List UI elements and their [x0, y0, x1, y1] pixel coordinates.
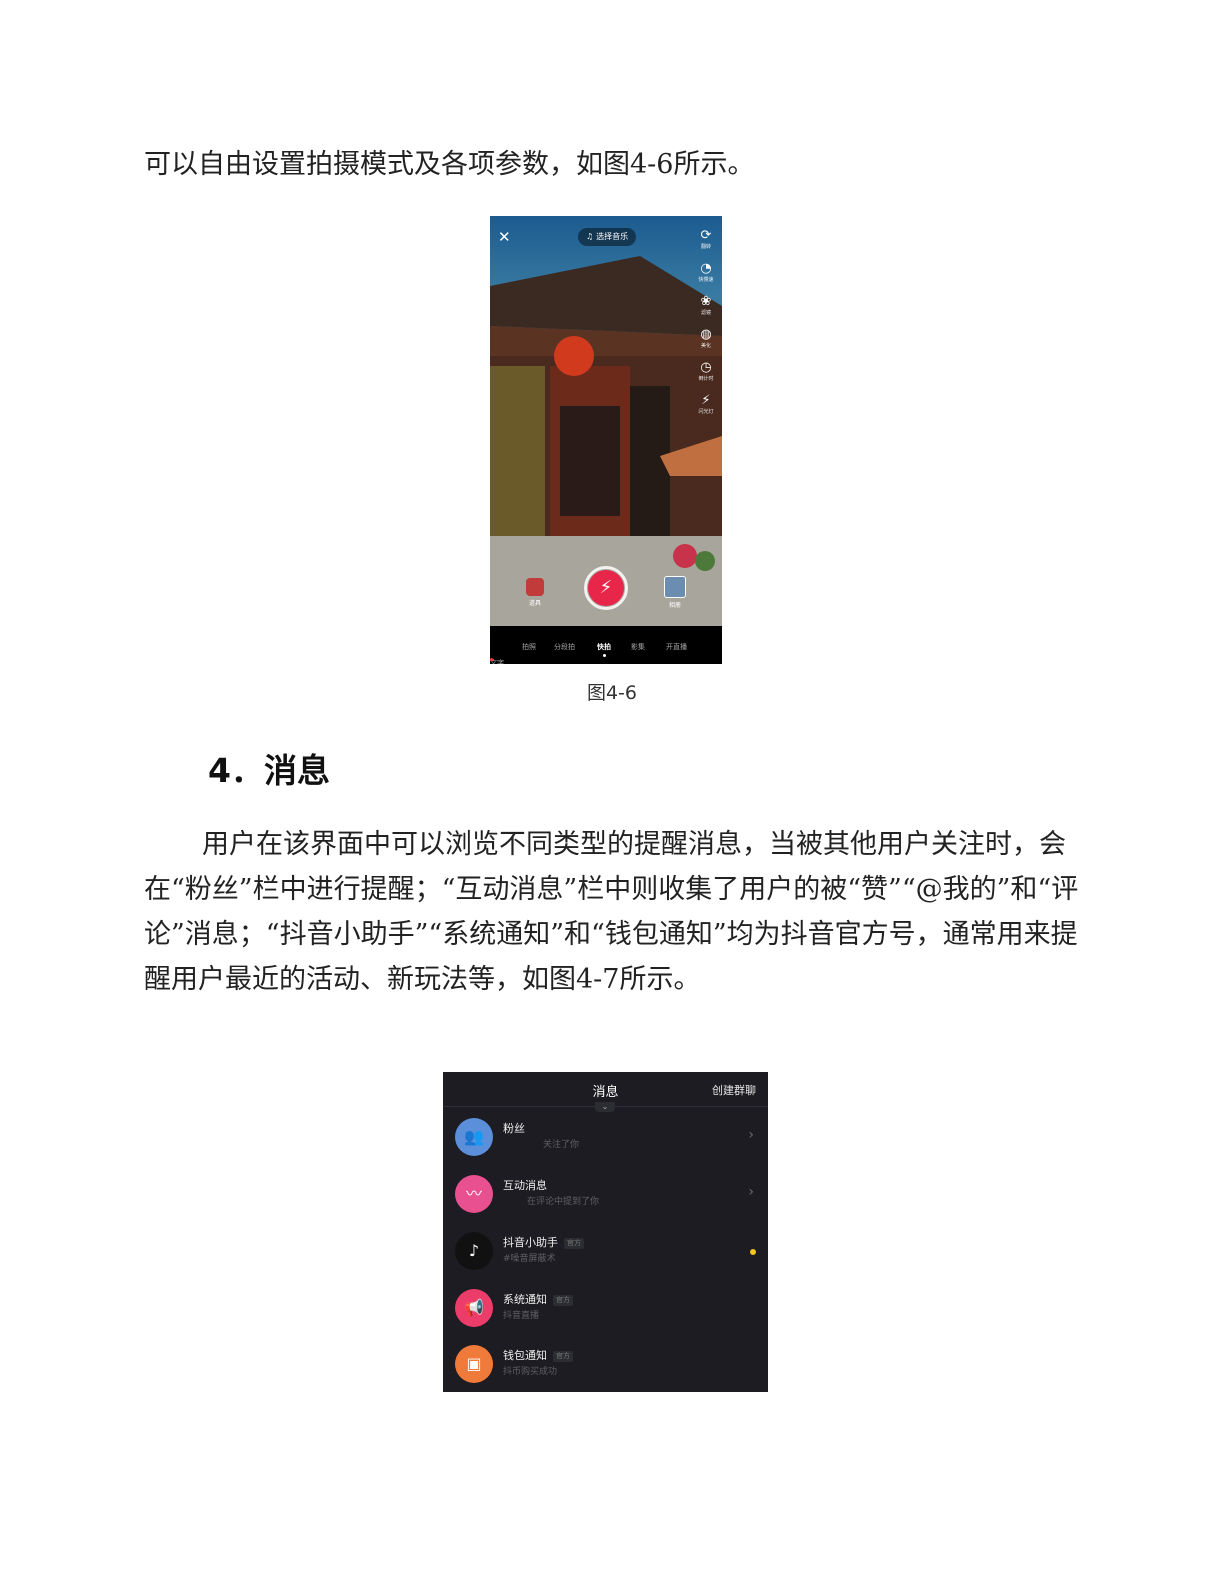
- section-heading: 4．消息: [208, 751, 330, 790]
- shutter-button[interactable]: ⚡: [588, 570, 624, 606]
- mode-tab-album[interactable]: 影集: [631, 642, 645, 652]
- side-toolbar: ⟳ 翻转 ◔ 快慢速 ❀ 滤镜 ◍ 美化 ◷ 倒计时 ⚡ 闪光灯: [694, 228, 718, 426]
- effects-thumbnail: [526, 578, 544, 596]
- row-subtitle: 抖音直播: [503, 1311, 540, 1321]
- tool-label: 快慢速: [698, 277, 714, 283]
- new-dot-icon: [490, 658, 493, 661]
- timer-icon[interactable]: ◷ 倒计时: [694, 360, 718, 383]
- wallet-icon: ▣: [455, 1345, 493, 1383]
- row-title: 钱包通知 官方: [503, 1347, 573, 1363]
- lightning-icon: ⚡: [599, 577, 613, 598]
- active-mode-indicator: [603, 654, 606, 657]
- message-row-assistant[interactable]: ♪ 抖音小助手 官方 #噪音屏蔽术: [443, 1223, 768, 1279]
- create-group-chat-button[interactable]: 创建群聊: [712, 1082, 756, 1098]
- row-title: 粉丝: [503, 1122, 525, 1135]
- tool-glyph: ◔: [700, 261, 712, 276]
- official-badge: 官方: [553, 1350, 573, 1362]
- beauty-icon[interactable]: ◍ 美化: [694, 327, 718, 350]
- tool-label: 美化: [700, 343, 711, 349]
- row-subtitle: #噪音屏蔽术: [503, 1254, 556, 1264]
- mode-tab-quick-shot[interactable]: 快拍: [597, 642, 611, 652]
- megaphone-icon: 📢: [455, 1289, 493, 1327]
- messages-screenshot: 消息 创建群聊 ⌄ 👥 粉丝 关注了你 › 〰 互动消息 在评论中提到了你 › …: [443, 1072, 768, 1392]
- gallery-thumbnail: [664, 576, 686, 598]
- tiktok-icon: ♪: [455, 1232, 493, 1270]
- unread-dot: [750, 1249, 756, 1255]
- upload-label: 相册: [668, 602, 681, 609]
- fans-icon: 👥: [455, 1118, 493, 1156]
- tool-label: 滤镜: [700, 310, 711, 316]
- music-note-icon: ♫: [586, 232, 594, 241]
- message-row-wallet[interactable]: ▣ 钱包通知 官方 抖币购买成功: [443, 1336, 768, 1392]
- tool-label: 翻转: [700, 244, 711, 250]
- flip-camera-icon[interactable]: ⟳ 翻转: [694, 228, 718, 251]
- official-badge: 官方: [564, 1237, 584, 1249]
- tool-label: 闪光灯: [698, 409, 714, 415]
- filter-icon[interactable]: ❀ 滤镜: [694, 294, 718, 317]
- tool-glyph: ❀: [700, 294, 712, 309]
- upload-button[interactable]: 相册: [664, 576, 686, 609]
- tool-glyph: ◍: [700, 327, 712, 342]
- effects-button[interactable]: 道具: [526, 578, 544, 607]
- message-row-fans[interactable]: 👥 粉丝 关注了你 ›: [443, 1109, 768, 1165]
- mode-tab-live[interactable]: 开直播: [666, 642, 687, 652]
- row-title-text: 抖音小助手: [503, 1236, 558, 1249]
- close-icon[interactable]: ✕: [498, 228, 511, 246]
- row-title: 互动消息: [503, 1179, 547, 1192]
- row-subtitle: 在评论中提到了你: [527, 1197, 600, 1207]
- row-subtitle: 关注了你: [543, 1140, 580, 1150]
- speed-icon[interactable]: ◔ 快慢速: [694, 261, 718, 284]
- tool-glyph: ⚡: [701, 393, 711, 408]
- paragraph-messages: 用户在该界面中可以浏览不同类型的提醒消息，当被其他用户关注时，会在“粉丝”栏中进…: [144, 829, 1079, 995]
- row-title: 系统通知 官方: [503, 1291, 573, 1307]
- row-title-text: 钱包通知: [503, 1349, 547, 1362]
- camera-screenshot: ✕ ♫ 选择音乐 ⟳ 翻转 ◔ 快慢速 ❀ 滤镜 ◍ 美化 ◷ 倒计时 ⚡ 闪光灯 道具 ⚡ …: [490, 216, 722, 664]
- select-music-label: 选择音乐: [596, 232, 629, 241]
- message-row-system[interactable]: 📢 系统通知 官方 抖音直播: [443, 1280, 768, 1336]
- official-badge: 官方: [553, 1294, 573, 1306]
- message-row-interactions[interactable]: 〰 互动消息 在评论中提到了你 ›: [443, 1166, 768, 1222]
- row-title-text: 系统通知: [503, 1293, 547, 1306]
- tool-glyph: ⟳: [700, 228, 712, 243]
- select-music-button[interactable]: ♫ 选择音乐: [578, 228, 637, 246]
- chevron-right-icon: ›: [748, 1127, 754, 1143]
- interaction-icon: 〰: [455, 1175, 493, 1213]
- row-title: 抖音小助手 官方: [503, 1234, 584, 1250]
- shooting-mode-bar: 文字 拍照 分段拍 快拍 影集 开直播: [490, 626, 722, 664]
- row-subtitle: 抖币购买成功: [503, 1367, 558, 1377]
- paragraph-intro: 可以自由设置拍摄模式及各项参数，如图4-6所示。: [144, 149, 755, 180]
- chevron-right-icon: ›: [748, 1184, 754, 1200]
- flash-off-icon[interactable]: ⚡ 闪光灯: [694, 393, 718, 416]
- effects-label: 道具: [528, 600, 541, 607]
- figure-caption-4-6: 图4-6: [586, 682, 638, 704]
- tool-glyph: ◷: [700, 360, 712, 375]
- tool-label: 倒计时: [698, 376, 714, 382]
- mode-tab-photo[interactable]: 拍照: [522, 642, 536, 652]
- mode-tab-segment[interactable]: 分段拍: [554, 642, 575, 652]
